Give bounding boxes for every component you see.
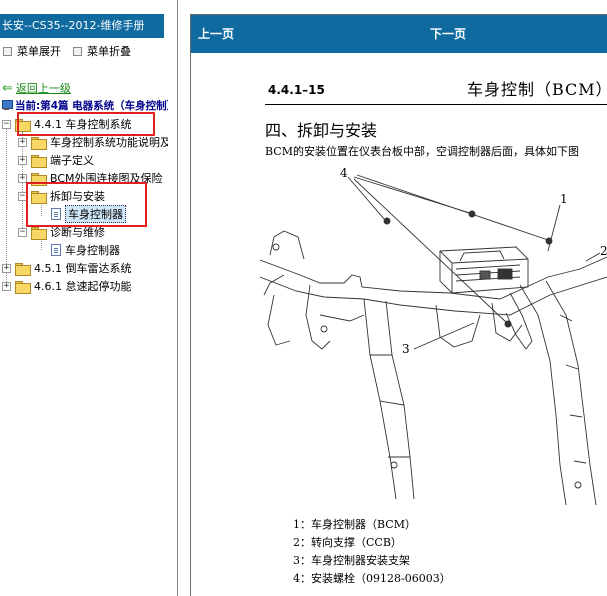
expand-menu-label: 菜单展开	[17, 45, 61, 58]
back-arrow-icon: ⇐	[2, 80, 13, 96]
callout-1: 1	[560, 192, 568, 206]
legend-item: 2：转向支撑（CCB）	[293, 536, 402, 549]
tree-item-terminal-def[interactable]: + 端子定义	[18, 152, 94, 168]
current-location: 当前:第4篇 电器系统（车身控制）	[1, 98, 168, 113]
expand-toggle-icon[interactable]: +	[2, 263, 11, 273]
expand-menu-button[interactable]: 菜单展开	[3, 44, 61, 58]
bcm-installation-diagram: 4 1 2 3	[260, 166, 607, 506]
collapse-toggle-icon[interactable]: −	[18, 227, 27, 237]
manual-title: 长安--CS35--2012-维修手册	[0, 14, 164, 38]
collapse-toggle-icon[interactable]: −	[2, 119, 11, 129]
tree-item-label: 端子定义	[50, 154, 94, 167]
section-number: 4.4.1–15	[268, 83, 325, 97]
folder-icon	[15, 280, 31, 294]
tree-item-label: 车身控制系统功能说明及	[50, 136, 168, 149]
document-icon	[51, 244, 61, 256]
legend: 1：车身控制器（BCM） 2：转向支撑（CCB） 3：车身控制器安装支架 4：安…	[293, 516, 451, 588]
back-link-label: 返回上一级	[15, 82, 71, 95]
expand-toggle-icon[interactable]: +	[18, 137, 27, 147]
page-heading: 四、拆卸与安装	[265, 121, 378, 140]
tree-item-label: 4.6.1 怠速起停功能	[34, 280, 132, 293]
prev-page-button[interactable]: 上一页	[198, 15, 234, 53]
collapse-icon	[73, 46, 82, 56]
callout-2: 2	[600, 244, 607, 258]
tree-item-parking-radar[interactable]: + 4.5.1 倒车雷达系统	[2, 260, 132, 276]
highlight-box-section	[17, 112, 155, 136]
sidebar: 长安--CS35--2012-维修手册 菜单展开 菜单折叠 ⇐ 返回上一级 当前…	[0, 0, 168, 596]
leader-line	[347, 176, 386, 221]
legend-item: 3：车身控制器安装支架	[293, 554, 410, 567]
computer-icon	[1, 100, 13, 111]
current-location-label: 当前:第4篇 电器系统（车身控制）	[15, 100, 168, 112]
page-nav-bar: 上一页 下一页	[191, 15, 607, 53]
folder-icon	[15, 262, 31, 276]
tree-item-idle-stop[interactable]: + 4.6.1 怠速起停功能	[2, 278, 132, 294]
panel-divider[interactable]	[168, 0, 190, 596]
next-page-button[interactable]: 下一页	[430, 15, 466, 53]
folder-icon	[31, 226, 47, 240]
tree-item-label: 4.5.1 倒车雷达系统	[34, 262, 132, 275]
callout-3: 3	[402, 342, 410, 356]
folder-icon	[31, 136, 47, 150]
tree-item-function-desc[interactable]: + 车身控制系统功能说明及	[18, 134, 168, 150]
document-viewer: 上一页 下一页 4.4.1–15 车身控制（BCM）系 四、拆卸与安装 BCM的…	[190, 0, 607, 596]
collapse-menu-button[interactable]: 菜单折叠	[73, 44, 131, 58]
tree-item-label: 车身控制器	[65, 244, 120, 257]
leader-line	[356, 174, 549, 241]
description-text: BCM的安装位置在仪表台板中部，空调控制器后面，具体如下图	[265, 145, 579, 158]
collapse-menu-label: 菜单折叠	[87, 45, 131, 58]
expand-toggle-icon[interactable]: +	[18, 155, 27, 165]
folder-icon	[31, 154, 47, 168]
back-link[interactable]: ⇐ 返回上一级	[2, 80, 71, 96]
callout-4: 4	[340, 166, 348, 180]
expand-icon	[3, 46, 12, 56]
leader-line	[413, 322, 475, 350]
highlight-box-item	[26, 182, 147, 227]
header-rule	[265, 104, 607, 105]
leader-line	[585, 252, 601, 262]
tree-item-bcm-diagnosis[interactable]: 车身控制器	[51, 242, 120, 258]
legend-item: 4：安装螺栓（09128-06003）	[293, 572, 451, 585]
legend-item: 1：车身控制器（BCM）	[293, 518, 416, 531]
section-title: 车身控制（BCM）系	[467, 80, 607, 99]
expand-toggle-icon[interactable]: +	[2, 281, 11, 291]
